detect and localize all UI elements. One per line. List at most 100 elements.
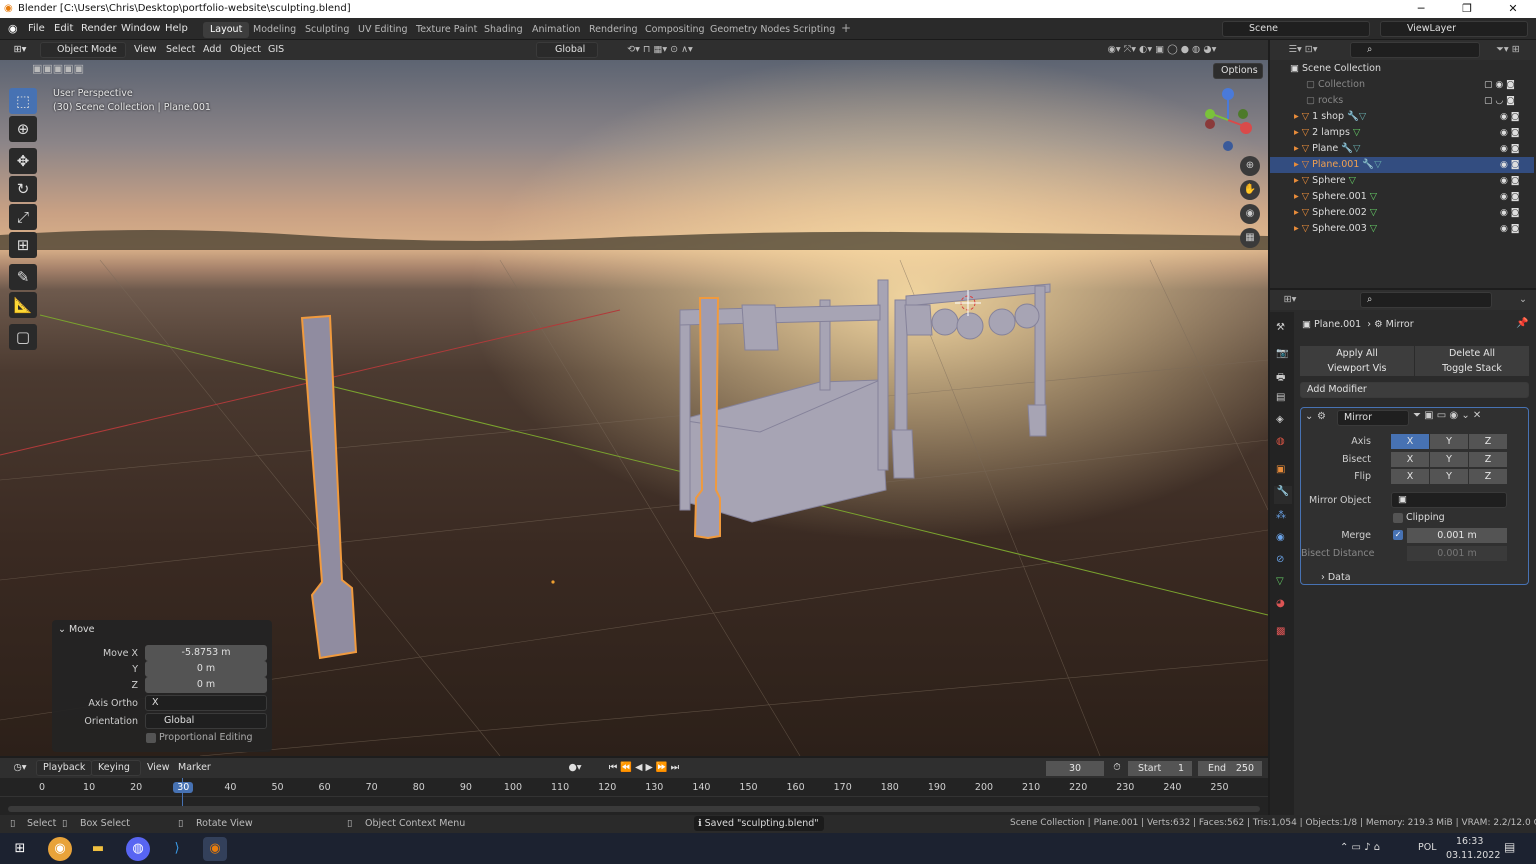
options-dropdown[interactable]: Options <box>1213 63 1263 79</box>
properties-search-input[interactable]: ⌕ <box>1360 292 1492 308</box>
move-panel-title[interactable]: ⌄ Move <box>58 624 94 635</box>
outliner-row-sphere-002[interactable]: ▸ ▽ Sphere.002 ▽ ◉ ◙ <box>1270 205 1534 221</box>
tray-time[interactable]: 16:33 <box>1456 836 1483 847</box>
playback-controls-icon[interactable]: ⏮ ⏪ ◀ ▶ ⏩ ⏭ <box>596 760 692 776</box>
ortho-grid-icon[interactable]: ▦ <box>1240 228 1260 248</box>
3d-viewport[interactable]: ▣▣▣▣▣ ⬚ ⊕ ✥ ↻ ⤢ ⊞ ✎ 📐 ▢ User Perspective… <box>0 60 1268 756</box>
measure-tool[interactable]: 📐 <box>9 292 37 318</box>
data-tab-icon[interactable]: ▽ <box>1276 576 1284 587</box>
zoom-icon[interactable]: ⊕ <box>1240 156 1260 176</box>
tab-scripting[interactable]: Scripting <box>786 22 842 38</box>
eye-icon[interactable]: ◉ ◙ <box>1500 221 1519 237</box>
clock-icon[interactable]: ⏱ <box>1110 760 1124 776</box>
outliner-row-plane-001[interactable]: ▸ ▽ Plane.001 🔧▽ ◉ ◙ <box>1270 157 1534 173</box>
tab-modeling[interactable]: Modeling <box>246 22 303 38</box>
minimize-button[interactable]: ─ <box>1398 0 1444 18</box>
snapping-controls-icon[interactable]: ⟲▾ ⊓ ▦▾ ⊙ ∧▾ <box>605 42 715 58</box>
timeline-editor-icon[interactable]: ◷▾ <box>8 760 32 776</box>
constraints-tab-icon[interactable]: ⊘ <box>1276 554 1284 565</box>
outliner-row-1-shop[interactable]: ▸ ▽ 1 shop 🔧▽ ◉ ◙ <box>1270 109 1534 125</box>
outliner-editor-icon[interactable]: ☰▾ ⊡▾ <box>1278 42 1328 58</box>
axis-ortho-dropdown[interactable]: X <box>145 695 267 711</box>
tray-language[interactable]: POL <box>1418 842 1437 853</box>
apply-all-button[interactable]: Apply All <box>1300 346 1414 361</box>
flip-z-toggle[interactable]: Z <box>1469 469 1507 484</box>
file-explorer-icon[interactable]: ▬ <box>86 837 110 861</box>
axis-x-toggle[interactable]: X <box>1391 434 1429 449</box>
shading-controls-icon[interactable]: ◉▾ ⤧▾ ◐▾ ▣ ◯ ● ◍ ◕▾ <box>1062 42 1262 58</box>
toggle-stack-button[interactable]: Toggle Stack <box>1415 361 1529 376</box>
flip-y-toggle[interactable]: Y <box>1430 469 1468 484</box>
menu-edit[interactable]: Edit <box>54 23 73 34</box>
data-subpanel[interactable]: › Data <box>1321 572 1351 583</box>
outliner-search-input[interactable]: ⌕ <box>1350 42 1480 58</box>
merge-distance-field[interactable]: 0.001 m <box>1407 528 1507 543</box>
end-frame-field[interactable]: End 250 <box>1198 761 1262 776</box>
filter-icon[interactable]: ⏷▾ ⊞ <box>1488 42 1528 58</box>
add-cube-tool[interactable]: ▢ <box>9 324 37 350</box>
proportional-checkbox[interactable] <box>146 733 156 743</box>
outliner-row-sphere[interactable]: ▸ ▽ Sphere ▽ ◉ ◙ <box>1270 173 1534 189</box>
timeline-scrollbar[interactable] <box>8 806 1260 812</box>
bisect-x-toggle[interactable]: X <box>1391 452 1429 467</box>
tab-layout[interactable]: Layout <box>203 22 250 38</box>
start-frame-field[interactable]: Start 1 <box>1128 761 1192 776</box>
eye-icon[interactable]: ◉ ◙ <box>1500 109 1519 125</box>
annotate-tool[interactable]: ✎ <box>9 264 37 290</box>
tab-geometry-nodes[interactable]: Geometry Nodes <box>703 22 797 38</box>
delete-all-button[interactable]: Delete All <box>1415 346 1529 361</box>
select-mode-icons[interactable]: ▣▣▣▣▣ <box>32 62 112 78</box>
move-z-field[interactable]: 0 m <box>145 677 267 693</box>
menu-window[interactable]: Window <box>121 23 160 34</box>
tab-compositing[interactable]: Compositing <box>638 22 712 38</box>
tab-texture-paint[interactable]: Texture Paint <box>409 22 484 38</box>
view-layer-tab-icon[interactable]: ▤ <box>1276 392 1285 403</box>
tab-shading[interactable]: Shading <box>477 22 530 38</box>
move-y-field[interactable]: 0 m <box>145 661 267 677</box>
mirror-object-field[interactable]: ▣ <box>1391 492 1507 508</box>
menu-select[interactable]: Select <box>166 42 195 58</box>
discord-icon[interactable]: ◍ <box>126 837 150 861</box>
maximize-button[interactable]: ❐ <box>1444 0 1490 18</box>
viewport-vis-button[interactable]: Viewport Vis <box>1300 361 1414 376</box>
vscode-icon[interactable]: ⟩ <box>165 837 189 861</box>
chevron-down-icon[interactable]: ⌄ <box>1516 292 1530 308</box>
eye-icon[interactable]: ◉ ◙ <box>1500 189 1519 205</box>
windows-start-icon[interactable]: ⊞ <box>8 837 32 861</box>
outliner-row-rocks[interactable]: ▢ rocks ▢ ◡ ◙ <box>1270 93 1534 109</box>
menu-file[interactable]: File <box>28 23 45 34</box>
clipping-checkbox[interactable] <box>1393 513 1403 523</box>
tool-tab-icon[interactable]: ⚒ <box>1276 322 1285 333</box>
outliner-row-sphere-001[interactable]: ▸ ▽ Sphere.001 ▽ ◉ ◙ <box>1270 189 1534 205</box>
tray-date[interactable]: 03.11.2022 <box>1446 850 1500 861</box>
add-workspace-icon[interactable]: + <box>841 21 851 35</box>
menu-object[interactable]: Object <box>230 42 261 58</box>
texture-tab-icon[interactable]: ▩ <box>1276 626 1285 637</box>
axis-y-toggle[interactable]: Y <box>1430 434 1468 449</box>
transform-tool[interactable]: ⊞ <box>9 232 37 258</box>
eye-icon[interactable]: ◉ ◙ <box>1500 157 1519 173</box>
render-tab-icon[interactable]: 📷 <box>1276 348 1288 359</box>
move-x-field[interactable]: -5.8753 m <box>145 645 267 661</box>
object-mode-dropdown[interactable]: Object Mode <box>40 42 126 58</box>
blender-menu-icon[interactable]: ◉ <box>8 22 18 35</box>
eye-icon[interactable]: ◉ ◙ <box>1500 173 1519 189</box>
close-button[interactable]: ✕ <box>1490 0 1536 18</box>
blender-taskbar-icon[interactable]: ◉ <box>203 837 227 861</box>
menu-gis[interactable]: GIS <box>268 42 284 58</box>
bisect-z-toggle[interactable]: Z <box>1469 452 1507 467</box>
scene-tab-icon[interactable]: ◈ <box>1276 414 1284 425</box>
outliner-row-collection[interactable]: ▢ Collection ▢ ◉ ◙ <box>1270 77 1534 93</box>
eye-icon[interactable]: ◉ ◙ <box>1500 125 1519 141</box>
pin-icon[interactable]: 📌 <box>1516 318 1528 329</box>
chevron-down-icon[interactable]: ⌄ <box>1305 411 1313 422</box>
scale-tool[interactable]: ⤢ <box>9 204 37 230</box>
cursor-tool[interactable]: ⊕ <box>9 116 37 142</box>
tab-uv-editing[interactable]: UV Editing <box>351 22 415 38</box>
eye-icon[interactable]: ◉ ◙ <box>1500 141 1519 157</box>
eye-icon[interactable]: ▢ ◡ ◙ <box>1484 93 1515 109</box>
material-tab-icon[interactable]: ◕ <box>1276 598 1285 609</box>
timeline-marker-menu[interactable]: Marker <box>178 760 211 776</box>
chrome-icon[interactable]: ◉ <box>48 837 72 861</box>
transform-orientation-dropdown[interactable]: Global <box>536 42 598 58</box>
